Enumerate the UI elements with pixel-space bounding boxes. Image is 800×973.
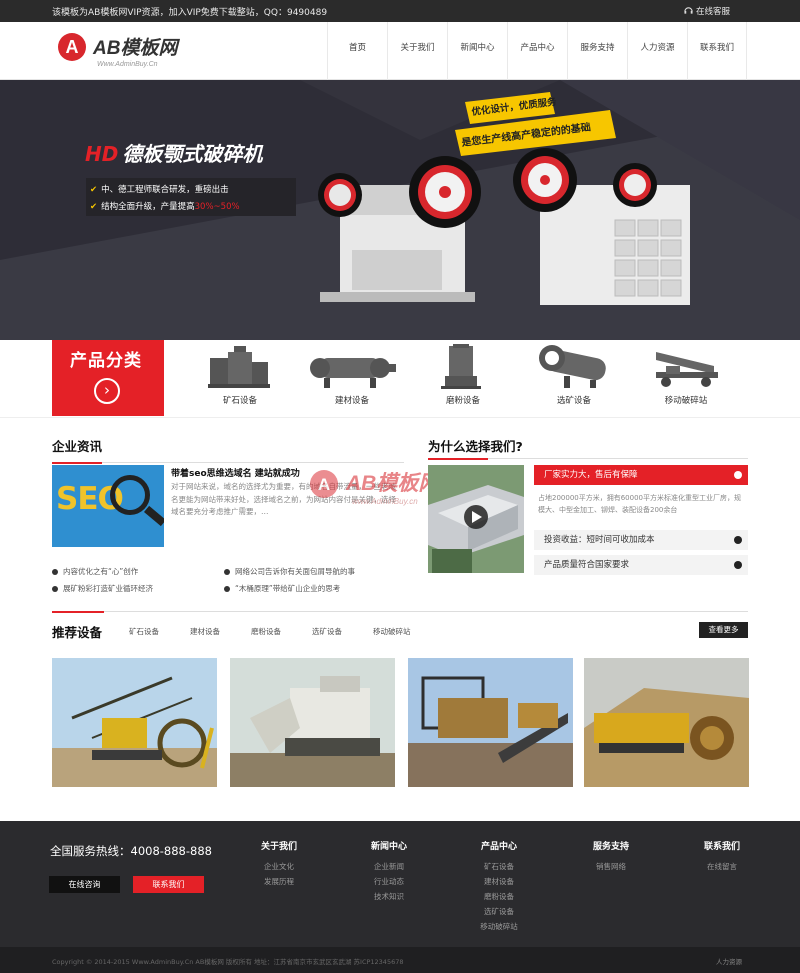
equipment-photo-1[interactable] — [52, 658, 217, 787]
banner-bullet-1: ✔ 中、德工程师联合研发，重磅出击 — [90, 185, 229, 195]
recommend-tabs: 矿石设备 建材设备 磨粉设备 选矿设备 移动破碎站 — [129, 626, 442, 637]
footer-hr-link[interactable]: 人力资源 — [716, 956, 742, 966]
bullet-icon — [224, 586, 230, 592]
category-title: 产品分类 — [70, 351, 142, 371]
equipment-photo-4[interactable] — [584, 658, 749, 787]
nav-products[interactable]: 产品中心 — [507, 22, 567, 80]
grinding-mill-icon — [441, 344, 481, 389]
vip-notice: 该模板为AB模板网VIP资源，加入VIP免费下载整站，QQ：9490489 — [52, 8, 328, 18]
main-nav: 首页 关于我们 新闻中心 产品中心 服务支持 人力资源 联系我们 — [327, 22, 747, 80]
seo-thumbnail[interactable]: SEO — [52, 465, 164, 547]
category-building[interactable]: 建材设备 — [302, 344, 402, 406]
footer-col-products: 产品中心 矿石设备 建材设备 磨粉设备 选矿设备 移动破碎站 — [480, 842, 518, 931]
svg-text:AB模板网: AB模板网 — [92, 37, 180, 59]
rotary-kiln-icon — [539, 345, 606, 388]
bullet-icon — [52, 586, 58, 592]
strength-description: 占地200000平方米，拥有60000平方米标准化重型工业厂房，规模大、中型金加… — [538, 494, 741, 514]
online-consult-button[interactable]: 在线咨询 — [49, 876, 120, 893]
news-item-2[interactable]: 网络公司告诉你有关面包屑导航的事 — [224, 566, 355, 577]
accordion-quality[interactable]: 产品质量符合国家要求 — [534, 555, 748, 575]
category-ore[interactable]: 矿石设备 — [190, 344, 290, 406]
recommend-title: 推荐设备 — [52, 625, 103, 640]
news-section-title: 企业资讯 — [52, 439, 103, 454]
online-service-link[interactable]: 在线客服 — [684, 5, 730, 17]
footer-col-contact: 联系我们 在线留言 — [703, 842, 740, 871]
svg-text:A: A — [66, 37, 79, 57]
site-header: A AB模板网 Www.AdminBuy.Cn 首页 关于我们 新闻中心 产品中… — [0, 22, 800, 80]
svg-text:Www.AdminBuy.Cn: Www.AdminBuy.Cn — [97, 61, 158, 68]
equipment-photo-3[interactable] — [408, 658, 573, 787]
bullet-icon — [52, 569, 58, 575]
collapse-icon[interactable] — [734, 471, 742, 479]
product-category-bar: 产品分类 › 矿石设备 建材设备 磨粉设备 选矿设备 移动破碎站 — [0, 340, 800, 418]
footer-col-service: 服务支持 销售网络 — [592, 842, 629, 871]
svg-text:A: A — [318, 475, 330, 494]
view-more-button[interactable]: 查看更多 — [699, 622, 748, 638]
ore-equipment-icon — [208, 346, 270, 388]
magnifier-icon — [110, 475, 150, 515]
tab-beneficiation[interactable]: 选矿设备 — [312, 626, 342, 637]
news-item-1[interactable]: 内容优化之有“心”创作 — [52, 566, 138, 577]
mobile-crusher-icon — [656, 352, 718, 387]
accordion-strength[interactable]: 厂家实力大，售后有保障 — [534, 465, 748, 485]
bullet-icon — [224, 569, 230, 575]
banner-title: HD 德板颚式破碎机 — [85, 142, 263, 166]
category-mobile[interactable]: 移动破碎站 — [636, 344, 736, 406]
news-headline[interactable]: 带着seo思维选域名 建站就成功 — [171, 466, 300, 479]
category-beneficiation[interactable]: 选矿设备 — [524, 344, 624, 406]
nav-home[interactable]: 首页 — [327, 22, 387, 80]
site-footer: 全国服务热线：4008-888-888 在线咨询 联系我们 关于我们 企业文化 … — [0, 821, 800, 947]
svg-text:www.AdminBuy.cn: www.AdminBuy.cn — [352, 497, 418, 506]
expand-icon[interactable] — [734, 536, 742, 544]
headset-icon — [684, 7, 693, 14]
why-section-title: 为什么选择我们? — [428, 439, 523, 454]
nav-hr[interactable]: 人力资源 — [627, 22, 687, 80]
tab-ore[interactable]: 矿石设备 — [129, 626, 159, 637]
footer-col-news: 新闻中心 企业新闻 行业动态 技术知识 — [370, 842, 407, 901]
news-item-3[interactable]: 展矿粉彩打造矿业循环经济 — [52, 583, 153, 594]
tab-mobile[interactable]: 移动破碎站 — [373, 626, 411, 637]
nav-contact[interactable]: 联系我们 — [687, 22, 747, 80]
accordion-roi[interactable]: 投资收益：短时间可收加成本 — [534, 530, 748, 550]
hero-banner[interactable]: 优化设计，优质服务 是您生产线高产稳定的的基础 HD 德板颚式破碎机 ✔ 中、德工程… — [0, 80, 800, 340]
factory-video-thumbnail[interactable] — [428, 465, 524, 573]
expand-icon[interactable] — [734, 561, 742, 569]
category-box[interactable]: 产品分类 › — [52, 340, 164, 416]
recommend-divider — [52, 611, 748, 613]
contact-us-button[interactable]: 联系我们 — [133, 876, 204, 893]
site-logo[interactable]: A AB模板网 Www.AdminBuy.Cn — [57, 32, 217, 70]
copyright-text: Copyright © 2014-2015 Www.AdminBuy.Cn AB… — [52, 958, 404, 966]
news-item-4[interactable]: “木桶原理”带给矿山企业的思考 — [224, 583, 340, 594]
nav-news[interactable]: 新闻中心 — [447, 22, 507, 80]
why-divider — [428, 458, 748, 460]
nav-about[interactable]: 关于我们 — [387, 22, 447, 80]
top-bar: 该模板为AB模板网VIP资源，加入VIP免费下载整站，QQ：9490489 在线… — [0, 0, 800, 22]
banner-bullet-2: ✔ 结构全面升级，产量提高30%~50% — [90, 202, 240, 212]
nav-service[interactable]: 服务支持 — [567, 22, 627, 80]
tab-building[interactable]: 建材设备 — [190, 626, 220, 637]
category-grinding[interactable]: 磨粉设备 — [413, 344, 513, 406]
footer-col-about: 关于我们 企业文化 发展历程 — [260, 842, 297, 886]
equipment-photo-2[interactable] — [230, 658, 395, 787]
arrow-right-icon[interactable]: › — [94, 378, 120, 404]
service-hotline: 全国服务热线：4008-888-888 — [50, 844, 212, 858]
ball-mill-icon — [310, 358, 396, 388]
tab-grinding[interactable]: 磨粉设备 — [251, 626, 281, 637]
copyright-bar: Copyright © 2014-2015 Www.AdminBuy.Cn AB… — [0, 947, 800, 973]
